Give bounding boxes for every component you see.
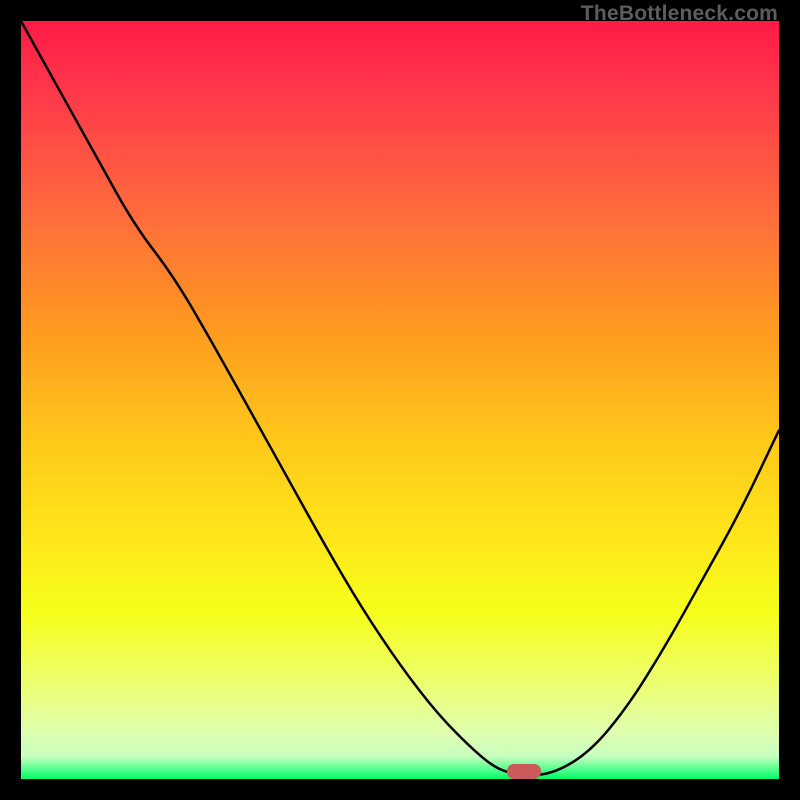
watermark-text: TheBottleneck.com	[581, 2, 778, 26]
plot-area	[21, 21, 779, 779]
optimal-point-marker	[507, 764, 541, 779]
bottleneck-curve	[21, 21, 779, 779]
chart-frame: TheBottleneck.com	[0, 0, 800, 800]
